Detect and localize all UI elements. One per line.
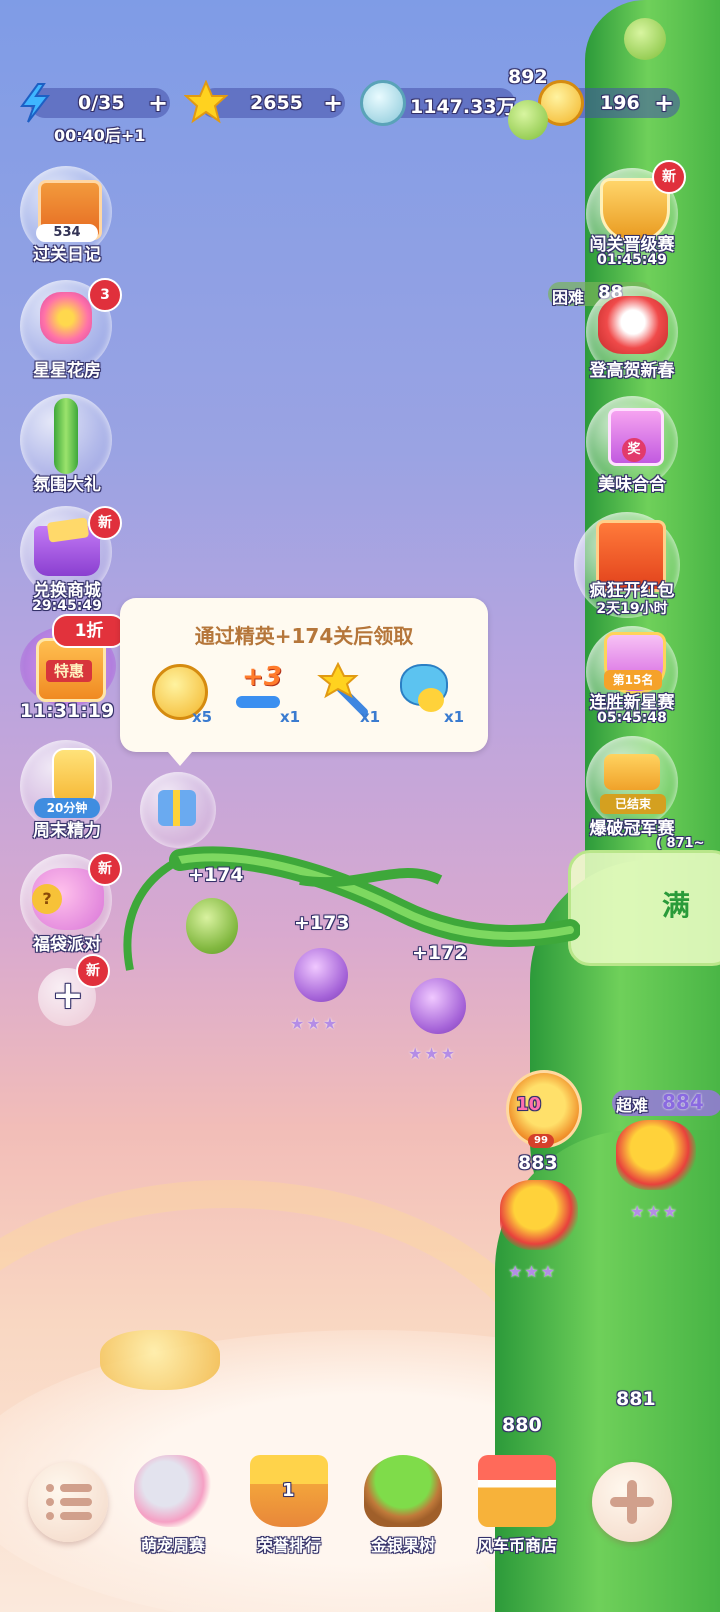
star-icon (184, 80, 228, 124)
node-label-172: +172 (412, 942, 468, 964)
level-883-label: 883 (518, 1152, 558, 1174)
stars-value: 2655 (250, 92, 303, 114)
menu-icon (46, 1482, 92, 1522)
side-label-tasty-merge: 美味合合 (598, 475, 666, 495)
plane-chick-icon[interactable] (500, 1180, 578, 1250)
bottom-label-pinwheel-shop: 风车币商店 (476, 1536, 557, 1555)
side-label-diary: 过关日记 (33, 245, 101, 265)
stars-plus-button[interactable]: + (323, 88, 343, 118)
side-label-ambience-gift: 氛围大礼 (33, 475, 101, 495)
node-label-173: +173 (294, 912, 350, 934)
chick-icon (418, 688, 444, 712)
reward-count-hippo: x1 (444, 708, 465, 726)
level-node-174[interactable] (186, 898, 238, 954)
add-icon (610, 1480, 654, 1524)
exchange-mall-timer: 29:45:49 (32, 598, 102, 614)
win-streak-rank: 第15名 (604, 670, 662, 690)
silver-value: 1147.33万 (410, 96, 516, 118)
bottom-label-pet-weekly: 萌宠周赛 (140, 1536, 205, 1555)
bottom-label-honor-rank: 荣誉排行 (256, 1536, 321, 1555)
blast-champion-status: 已结束 (600, 794, 666, 814)
silver-coin-icon (360, 80, 406, 126)
node-label-174: +174 (188, 864, 244, 886)
level-883-stars: ★★★ (508, 1262, 558, 1281)
question-coin-icon: ? (32, 884, 62, 914)
seed-pod-icon (624, 18, 666, 60)
top-level-number: 892 (508, 66, 548, 88)
side-label-blast-champion: 爆破冠军赛 (589, 819, 675, 839)
game-screen: 满 ( 871~ 0/35 + 00:40后+1 2655 + 1147.33万… (0, 0, 720, 1612)
reward-tooltip: 通过精英+174关后领取 x5 +3 x1 x1 x1 (120, 598, 488, 766)
level-881-label: 881 (616, 1388, 656, 1410)
gold-value: 196 (600, 92, 640, 114)
level-node-172[interactable] (410, 978, 466, 1034)
event-banner-text: 满 (662, 889, 691, 922)
avatar-level-badge: 10 (516, 1094, 542, 1115)
discount-badge: 1折 (52, 614, 126, 648)
plus-three-moves-icon: +3 (236, 662, 286, 710)
arrow-icon (236, 696, 280, 708)
beanstalk-gift-icon (54, 398, 78, 474)
energy-value: 0/35 (78, 92, 125, 114)
hard-difficulty-label: 困难 (552, 288, 585, 307)
reward-count-wand: x1 (360, 708, 381, 726)
side-label-flower-house: 星星花房 (33, 361, 101, 381)
side-label-lucky-bag: 福袋派对 (33, 935, 101, 955)
tooltip-title: 通过精英+174关后领取 (194, 624, 414, 648)
level-promotion-timer: 01:45:49 (597, 252, 667, 268)
special-offer-timer: 11:31:19 (19, 700, 115, 722)
bottom-label-fruit-tree: 金银果树 (370, 1536, 435, 1555)
seed-pod-icon (508, 100, 548, 140)
gift-icon (158, 790, 196, 826)
side-add-new-badge: 新 (76, 954, 110, 988)
level-promotion-new-badge: 新 (652, 160, 686, 194)
level-880-label: 880 (502, 1414, 542, 1436)
level-node-173[interactable] (294, 948, 348, 1002)
flower-pot-icon (40, 292, 92, 344)
fruit-tree-icon[interactable] (364, 1455, 442, 1527)
prize-badge: 奖 (622, 438, 646, 462)
event-banner-right[interactable] (568, 850, 720, 966)
plane-chick-icon-2[interactable] (616, 1120, 696, 1190)
special-offer-label: 特惠 (46, 660, 92, 682)
trophy-icon (604, 754, 660, 790)
super-hard-label: 超难 (616, 1096, 649, 1115)
super-hard-level: 884 (662, 1090, 704, 1114)
energy-plus-button[interactable]: + (148, 88, 168, 118)
red-packet-timer: 2天19小时 (596, 601, 668, 617)
gold-ingot-icon (100, 1330, 220, 1390)
avatar-sub-badge: 99 (528, 1134, 554, 1148)
plus-three-text: +3 (242, 662, 282, 692)
gold-plus-button[interactable]: + (654, 88, 674, 118)
node-stars-172: ★★★ (408, 1044, 458, 1063)
shop-stall-icon[interactable] (478, 1455, 556, 1527)
node-stars-173: ★★★ (290, 1014, 340, 1033)
cat-shell-icon[interactable] (134, 1455, 212, 1527)
exchange-mall-new-badge: 新 (88, 506, 122, 540)
lucky-bag-new-badge: 新 (88, 852, 122, 886)
flower-house-count-badge: 3 (88, 278, 122, 312)
super-hard-stars: ★★★ (630, 1202, 680, 1221)
energy-timer: 00:40后+1 (54, 126, 146, 145)
honor-rank-number: 1 (282, 1480, 295, 1501)
lightning-icon (20, 83, 51, 123)
side-label-lion-dance: 登高贺新春 (589, 361, 675, 381)
win-streak-timer: 05:45:48 (597, 710, 667, 726)
weekend-energy-duration: 20分钟 (34, 798, 100, 818)
lion-dance-icon (598, 296, 668, 354)
reward-count-coin: x5 (192, 708, 213, 726)
side-label-weekend-energy: 周末精力 (33, 821, 101, 841)
reward-count-moves: x1 (280, 708, 301, 726)
